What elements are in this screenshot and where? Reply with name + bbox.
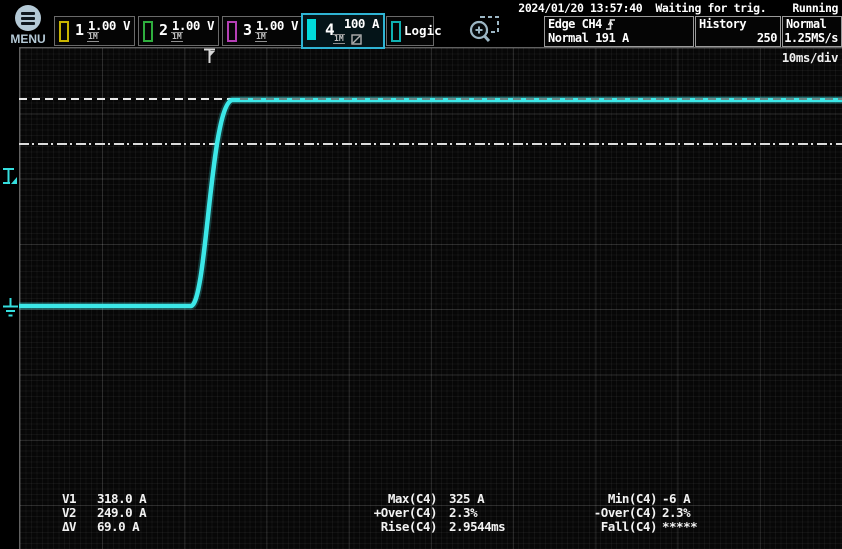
cursor-v1-value: 318.0 A <box>97 492 146 505</box>
ch4-ground-marker[interactable] <box>1 297 19 321</box>
trigger-settings-box[interactable]: Edge CH4 Normal 191 A <box>544 16 694 47</box>
history-label: History <box>699 17 746 31</box>
neg-over-c4-label: -Over(C4) <box>575 506 657 519</box>
trigger-level-marker[interactable] <box>2 167 18 186</box>
datetime-label: 2024/01/20 13:57:40 <box>518 1 642 15</box>
channel3-scale-value: 1.00 V <box>256 18 298 33</box>
max-c4-value: 325 A <box>449 492 484 505</box>
zoom-search-icon[interactable] <box>465 13 505 46</box>
channel3-button[interactable]: 3 1.00 V 1M <box>222 16 303 46</box>
oscilloscope-screen: 10ms/div MENU 1 1.00 V 1M 2 1.00 V 1M 3 … <box>0 0 842 549</box>
cursor-v2-label: V2 <box>62 506 76 519</box>
run-status-label: Running <box>792 1 838 15</box>
min-c4-label: Min(C4) <box>575 492 657 505</box>
channel3-number: 3 <box>243 21 252 39</box>
channel1-impedance-icon: 1M <box>87 32 99 42</box>
trigger-detail-label: Normal 191 A <box>548 31 629 45</box>
trigger-position-marker[interactable] <box>203 48 217 64</box>
history-box[interactable]: History 250 <box>695 16 781 47</box>
channel1-color-bar <box>59 21 69 42</box>
history-count: 250 <box>757 31 777 45</box>
channel4-impedance-icon: 1M <box>333 34 345 44</box>
logic-color-bar <box>391 21 401 42</box>
channel4-button-selected[interactable]: 4 100 A 1M <box>301 13 385 49</box>
acquisition-mode-label: Normal <box>786 17 826 31</box>
waveform-display-area <box>19 47 842 549</box>
rising-edge-icon <box>605 18 616 31</box>
hamburger-icon <box>15 5 41 31</box>
trigger-mode-label: Edge CH4 <box>548 17 602 31</box>
fall-c4-value: ***** <box>662 520 697 533</box>
max-c4-label: Max(C4) <box>355 492 437 505</box>
cursor-delta-value: 69.0 A <box>97 520 139 533</box>
channel2-impedance-icon: 1M <box>171 32 183 42</box>
timebase-label: 10ms/div <box>782 50 838 65</box>
acquisition-box[interactable]: Normal 1.25MS/s <box>782 16 842 47</box>
rise-c4-label: Rise(C4) <box>355 520 437 533</box>
pos-over-c4-value: 2.3% <box>449 506 477 519</box>
sample-rate-label: 1.25MS/s <box>784 31 838 45</box>
channel2-color-bar <box>143 21 153 42</box>
cursor-v2-value: 249.0 A <box>97 506 146 519</box>
pos-over-c4-label: +Over(C4) <box>355 506 437 519</box>
min-c4-value: -6 A <box>662 492 690 505</box>
menu-button[interactable]: MENU <box>6 3 50 47</box>
cursor-v2-line[interactable] <box>19 143 842 145</box>
menu-label: MENU <box>6 32 50 46</box>
fall-c4-label: Fall(C4) <box>575 520 657 533</box>
channel2-scale-value: 1.00 V <box>172 18 214 33</box>
channel3-color-bar <box>227 21 237 42</box>
neg-over-c4-value: 2.3% <box>662 506 690 519</box>
channel4-probe-icon <box>351 34 362 45</box>
channel2-button[interactable]: 2 1.00 V 1M <box>138 16 219 46</box>
channel1-button[interactable]: 1 1.00 V 1M <box>54 16 135 46</box>
channel4-color-bar <box>307 19 316 40</box>
cursor-v1-line[interactable] <box>19 98 842 100</box>
channel1-number: 1 <box>75 21 84 39</box>
cursor-delta-label: ΔV <box>62 520 76 533</box>
logic-button[interactable]: Logic <box>386 16 434 46</box>
top-toolbar: MENU 1 1.00 V 1M 2 1.00 V 1M 3 1.00 V 1M… <box>0 0 842 47</box>
rise-c4-value: 2.9544ms <box>449 520 505 533</box>
trigger-status-label: Waiting for trig. <box>655 1 766 15</box>
logic-label: Logic <box>404 23 442 38</box>
channel3-impedance-icon: 1M <box>255 32 267 42</box>
channel2-number: 2 <box>159 21 168 39</box>
status-line: 2024/01/20 13:57:40 Waiting for trig. Ru… <box>318 1 838 15</box>
cursor-v1-label: V1 <box>62 492 76 505</box>
channel4-scale-value: 100 A <box>344 16 379 31</box>
channel1-scale-value: 1.00 V <box>88 18 130 33</box>
